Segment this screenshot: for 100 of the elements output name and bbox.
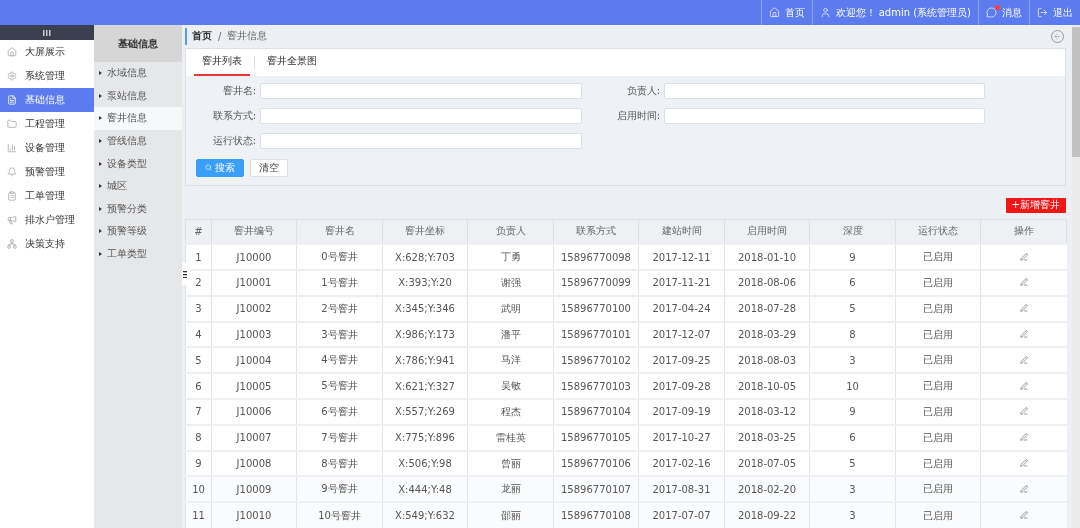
table-cell: J10010 [211, 502, 297, 528]
table-cell: 已启用 [895, 424, 981, 451]
sidebar-item[interactable]: 工程管理 [0, 112, 94, 136]
sidebar-item[interactable]: 决策支持 [0, 232, 94, 256]
submenu-item[interactable]: 预警等级 [94, 220, 182, 243]
table-cell: 15896770100 [553, 295, 639, 322]
table-cell: 2018-07-28 [724, 295, 810, 322]
sidebar-item[interactable]: 大屏展示 [0, 40, 94, 64]
tab[interactable]: 窨井列表 [194, 48, 250, 76]
menu-toggle[interactable] [0, 25, 94, 40]
table-cell: 已启用 [895, 347, 981, 374]
table-cell: 11 [185, 502, 212, 528]
breadcrumb-item[interactable]: 首页 [192, 29, 212, 44]
edit-icon[interactable] [1019, 252, 1028, 261]
table-cell: 2018-10-05 [724, 373, 810, 399]
table-cell: 15896770103 [553, 373, 639, 399]
table-cell: 2018-03-29 [724, 321, 810, 348]
filter-field[interactable] [664, 107, 985, 124]
table-cell: 龙丽 [467, 476, 554, 503]
edit-icon[interactable] [1019, 459, 1028, 467]
triangle-icon [99, 116, 102, 121]
submenu-item[interactable]: 设备类型 [94, 152, 182, 175]
table-cell: 武明 [467, 295, 554, 322]
table-cell: X:775;Y:896 [382, 424, 468, 451]
table-cell: 已启用 [895, 476, 981, 503]
table-cell: 15896770107 [553, 476, 639, 503]
table-cell: 9号窨井 [296, 476, 383, 503]
table-cell: 2017-09-25 [638, 347, 725, 374]
edit-icon[interactable] [1019, 355, 1028, 364]
filter-field[interactable] [260, 107, 582, 124]
submenu-item[interactable]: 水域信息 [94, 62, 182, 85]
submenu-item[interactable]: 工单类型 [94, 242, 182, 266]
sidebar-item[interactable]: 预警管理 [0, 160, 94, 184]
sidebar-item[interactable]: 排水户管理 [0, 208, 94, 232]
table-cell: 8 [185, 424, 212, 451]
collapse-handle[interactable] [182, 263, 188, 285]
table-cell: 4 [185, 321, 212, 348]
submenu-item[interactable]: 窨井信息 [94, 107, 182, 130]
table-cell: X:621;Y:327 [382, 373, 468, 399]
add-button[interactable]: +新增窨井 [1005, 197, 1066, 213]
table-cell: 9 [809, 399, 896, 425]
table-cell: 5 [809, 450, 896, 477]
breadcrumb-item[interactable]: 窨井信息 [227, 29, 268, 44]
table-cell: 吴敏 [467, 373, 554, 399]
table-cell: 3 [185, 295, 212, 322]
filter-field[interactable] [260, 82, 582, 99]
table-cell: 2017-12-07 [638, 321, 725, 348]
column-header: 运行状态 [895, 219, 981, 245]
sidebar-item[interactable]: 系统管理 [0, 64, 94, 88]
table-cell: 5 [809, 295, 896, 322]
edit-icon[interactable] [1019, 484, 1028, 493]
table-cell: J10009 [211, 476, 297, 503]
table-cell: 谢强 [467, 270, 554, 296]
table-cell: 1号窨井 [296, 270, 383, 296]
table-cell: X:444;Y:48 [382, 476, 468, 503]
table-cell: 6 [185, 373, 212, 399]
tab[interactable]: 窨井全景图 [259, 48, 325, 76]
clipboard-icon [7, 191, 17, 201]
table-cell: 15896770102 [553, 347, 639, 374]
table-cell: 已启用 [895, 270, 981, 296]
edit-icon[interactable] [1019, 381, 1028, 390]
table-cell: 已启用 [895, 373, 981, 399]
menu-icon [43, 29, 51, 36]
triangle-icon [99, 161, 102, 166]
table-cell: 5 [185, 347, 212, 374]
edit-icon[interactable] [1019, 433, 1028, 442]
table-cell: X:786;Y:941 [382, 347, 468, 374]
sidebar-item[interactable]: 工单管理 [0, 184, 94, 208]
submenu-item[interactable]: 预警分类 [94, 197, 182, 221]
edit-icon[interactable] [1019, 407, 1028, 416]
menu-icon [183, 270, 187, 278]
field-label: 窨井名: [221, 83, 256, 98]
column-header: 深度 [809, 219, 896, 245]
table-cell: 已启用 [895, 321, 981, 348]
submenu-item[interactable]: 城区 [94, 174, 182, 198]
triangle-icon [99, 139, 102, 144]
bar-chart-icon [7, 143, 17, 153]
edit-icon[interactable] [1019, 330, 1028, 338]
table-cell: J10003 [211, 321, 297, 348]
table-cell: 2017-04-24 [638, 295, 725, 322]
filter-field[interactable] [260, 132, 582, 149]
search-icon [205, 164, 212, 172]
sidebar-item[interactable]: 基础信息 [0, 88, 94, 112]
table-cell: 2017-11-21 [638, 270, 725, 296]
megaphone-icon [7, 215, 17, 225]
edit-icon[interactable] [1019, 304, 1028, 313]
column-header: 负责人 [467, 219, 554, 245]
table-cell: X:393;Y:20 [382, 270, 468, 296]
column-header: 联系方式 [553, 219, 639, 245]
edit-icon[interactable] [1019, 278, 1028, 287]
edit-icon[interactable] [1019, 511, 1028, 520]
table-cell: 2017-12-11 [638, 244, 725, 271]
scrollbar-thumb[interactable] [1072, 27, 1080, 157]
sidebar-item[interactable]: 设备管理 [0, 136, 94, 160]
filter-field[interactable] [664, 82, 985, 99]
clear-button[interactable]: 清空 [250, 158, 288, 177]
submenu-item[interactable]: 管线信息 [94, 129, 182, 153]
submenu-item[interactable]: 泵站信息 [94, 84, 182, 108]
triangle-icon [99, 206, 102, 211]
table-cell: X:557;Y:269 [382, 399, 468, 425]
